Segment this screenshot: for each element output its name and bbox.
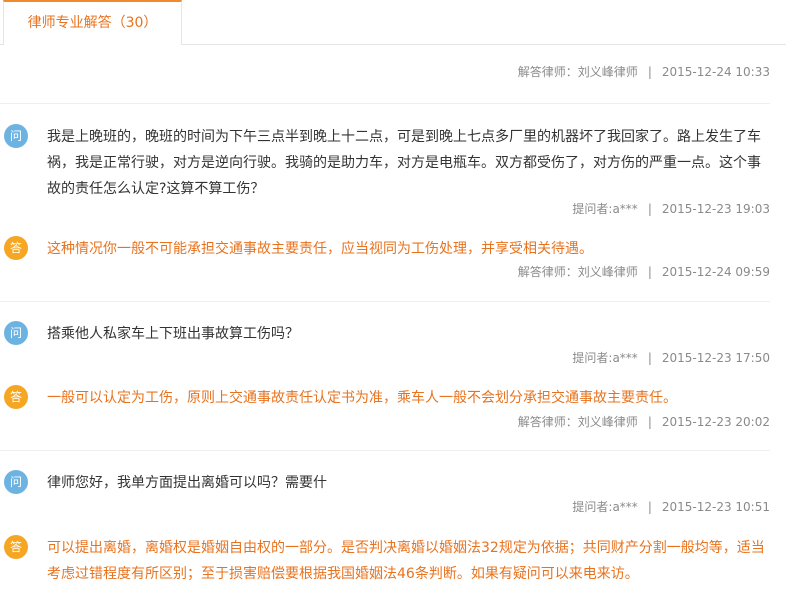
answer-icon: 答: [4, 236, 28, 260]
meta-separator: |: [647, 500, 652, 514]
tab-bar: 律师专业解答（30）: [0, 0, 786, 46]
question-icon: 问: [4, 124, 28, 148]
question-icon: 问: [4, 470, 28, 494]
asker-name: 提问者:a***: [572, 500, 638, 514]
meta-separator: |: [647, 265, 652, 279]
ask-date: 2015-12-23 17:50: [661, 351, 770, 365]
answer-text: 可以提出离婚，离婚权是婚姻自由权的一部分。是否判决离婚以婚姻法32规定为依据；共…: [47, 540, 765, 582]
answer-icon: 答: [4, 385, 28, 409]
answer-text: 一般可以认定为工伤，原则上交通事故责任认定书为准，乘车人一般不会划分承担交通事故…: [47, 390, 677, 406]
meta-separator: |: [647, 415, 652, 429]
meta-separator: |: [647, 202, 652, 216]
answer-date: 2015-12-24 10:33: [661, 65, 770, 79]
tab-active-cover: [4, 44, 181, 46]
divider: [0, 450, 770, 451]
question-meta: 提问者:a*** | 2015-12-23 17:50: [572, 349, 770, 366]
asker-name: 提问者:a***: [572, 202, 638, 216]
question-meta: 提问者:a*** | 2015-12-23 10:51: [572, 498, 770, 515]
tab-lawyer-answers[interactable]: 律师专业解答（30）: [3, 0, 182, 44]
answerer-name: 解答律师：刘义峰律师: [517, 265, 638, 279]
answer-meta: 解答律师：刘义峰律师 | 2015-12-24 10:33: [518, 63, 770, 80]
ask-date: 2015-12-23 10:51: [661, 500, 770, 514]
answer-icon: 答: [4, 535, 28, 559]
question-text: 搭乘他人私家车上下班出事故算工伤吗？: [47, 326, 299, 342]
qa-list: 解答律师：刘义峰律师 | 2015-12-24 10:33 问 我是上晚班的，晚班的…: [0, 45, 786, 595]
answer-meta: 解答律师：刘义峰律师 | 2015-12-24 09:59: [518, 263, 770, 280]
divider: [0, 301, 770, 302]
meta-separator: |: [647, 65, 652, 79]
asker-name: 提问者:a***: [572, 351, 638, 365]
answerer-name: 解答律师：刘义峰律师: [517, 415, 638, 429]
answer-meta: 解答律师：刘义峰律师 | 2015-12-23 20:02: [518, 413, 770, 430]
question-icon: 问: [4, 321, 28, 345]
answer-text: 这种情况你一般不可能承担交通事故主要责任，应当视同为工伤处理，并享受相关待遇。: [47, 241, 593, 257]
answerer-name: 解答律师：刘义峰律师: [517, 65, 638, 79]
answer-date: 2015-12-24 09:59: [661, 265, 770, 279]
ask-date: 2015-12-23 19:03: [661, 202, 770, 216]
answer-date: 2015-12-23 20:02: [661, 415, 770, 429]
question-text: 律师您好，我单方面提出离婚可以吗？需要什: [47, 475, 327, 491]
question-text: 我是上晚班的，晚班的时间为下午三点半到晚上十二点，可是到晚上七点多厂里的机器坏了…: [47, 129, 761, 197]
meta-separator: |: [647, 351, 652, 365]
question-meta: 提问者:a*** | 2015-12-23 19:03: [572, 200, 770, 217]
divider: [0, 103, 770, 104]
